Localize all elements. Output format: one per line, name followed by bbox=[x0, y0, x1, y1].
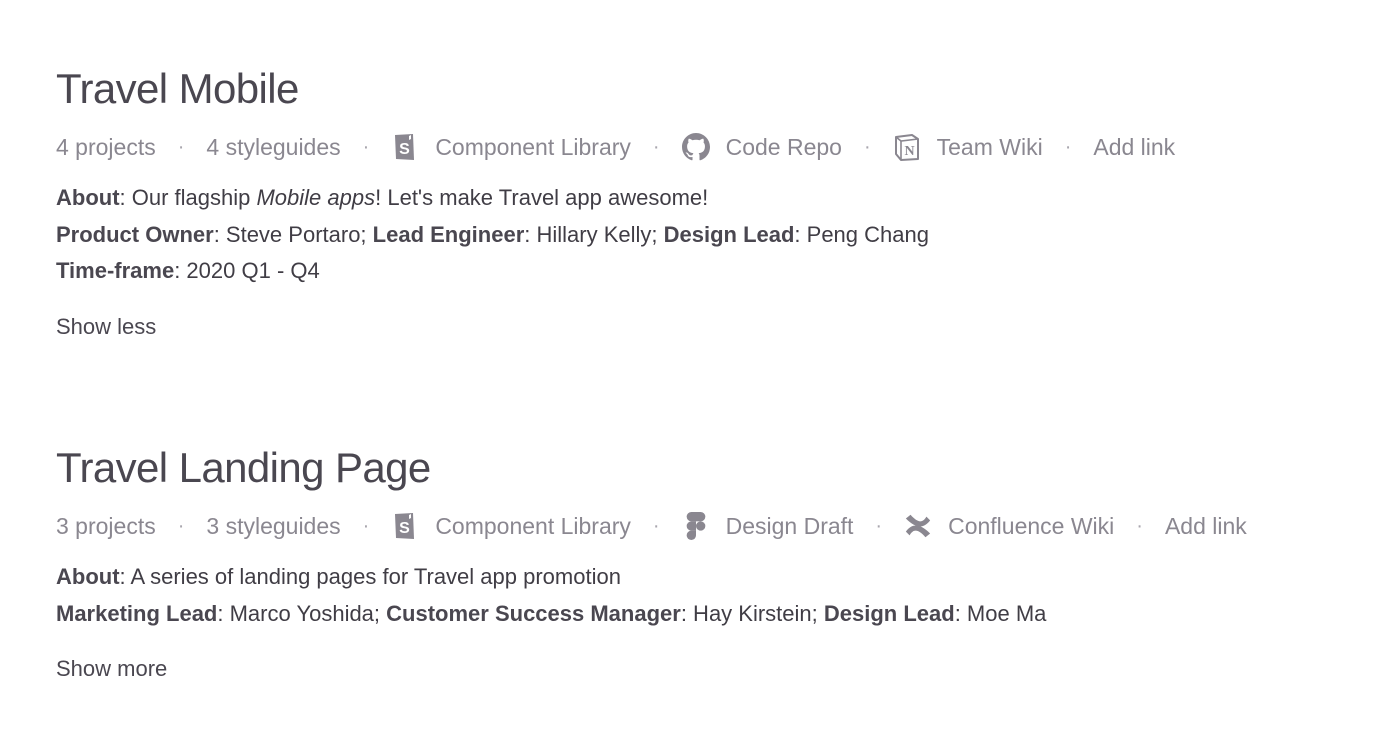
workspace-title: Travel Mobile bbox=[56, 65, 299, 112]
role-label: Product Owner bbox=[56, 221, 214, 247]
add-link-button[interactable]: Add link bbox=[1165, 513, 1247, 540]
styleguides-count[interactable]: 3 styleguides bbox=[206, 513, 340, 540]
roles-row: Product Owner: Steve Portaro; Lead Engin… bbox=[56, 217, 1175, 254]
separator-dot: · bbox=[362, 135, 370, 158]
about-label: About bbox=[56, 564, 120, 589]
separator-dot: · bbox=[1064, 135, 1072, 158]
about-row: About: Our flagship Mobile apps! Let's m… bbox=[56, 180, 1175, 217]
separator-dot: · bbox=[875, 514, 883, 537]
workspace-travel-mobile: Travel Mobile 4 projects · 4 styleguides… bbox=[56, 62, 1175, 340]
separator-dot: · bbox=[177, 514, 185, 537]
link-component-library[interactable]: S Component Library bbox=[391, 133, 631, 161]
about-text: ! Let's make Travel app awesome! bbox=[375, 185, 709, 210]
link-confluence-wiki[interactable]: Confluence Wiki bbox=[904, 512, 1114, 540]
link-team-wiki[interactable]: N Team Wiki bbox=[893, 133, 1043, 161]
page: Travel Mobile 4 projects · 4 styleguides… bbox=[0, 0, 1400, 749]
workspace-meta: 4 projects · 4 styleguides · S Component… bbox=[56, 130, 1175, 164]
role-label: Marketing Lead bbox=[56, 600, 218, 626]
role-person: : Marco Yoshida; bbox=[217, 600, 387, 626]
styleguides-count[interactable]: 4 styleguides bbox=[206, 134, 340, 161]
svg-text:N: N bbox=[904, 144, 914, 159]
timeframe-label: Time-frame bbox=[56, 258, 175, 283]
workspace-travel-landing-page: Travel Landing Page 3 projects · 3 style… bbox=[56, 441, 1247, 682]
workspace-meta: 3 projects · 3 styleguides · S Component… bbox=[56, 509, 1247, 543]
separator-dot: · bbox=[177, 135, 185, 158]
link-label: Code Repo bbox=[725, 133, 842, 160]
timeframe-value: : 2020 Q1 - Q4 bbox=[174, 258, 320, 283]
link-label: Confluence Wiki bbox=[948, 512, 1115, 539]
role-label: Design Lead bbox=[663, 221, 795, 247]
role-person: : Steve Portaro; bbox=[213, 221, 373, 247]
link-label: Team Wiki bbox=[936, 133, 1043, 160]
confluence-icon bbox=[904, 512, 932, 540]
github-icon bbox=[681, 133, 710, 161]
role-person: : Hay Kirstein; bbox=[680, 600, 824, 626]
notion-icon: N bbox=[893, 133, 921, 161]
role-person: : Moe Ma bbox=[954, 600, 1047, 626]
show-less-button[interactable]: Show less bbox=[56, 314, 156, 340]
figma-icon bbox=[682, 512, 710, 540]
role-label: Design Lead bbox=[823, 600, 955, 626]
link-label: Component Library bbox=[435, 512, 631, 539]
link-component-library[interactable]: S Component Library bbox=[391, 512, 631, 540]
timeframe-row: Time-frame: 2020 Q1 - Q4 bbox=[56, 253, 1175, 290]
separator-dot: · bbox=[652, 135, 660, 158]
workspace-title: Travel Landing Page bbox=[56, 444, 431, 491]
workspace-details: About: Our flagship Mobile apps! Let's m… bbox=[56, 180, 1175, 290]
add-link-button[interactable]: Add link bbox=[1093, 134, 1175, 161]
separator-dot: · bbox=[863, 135, 871, 158]
role-person: : Peng Chang bbox=[794, 221, 929, 247]
about-text: : A series of landing pages for Travel a… bbox=[119, 564, 621, 589]
separator-dot: · bbox=[362, 514, 370, 537]
projects-count[interactable]: 3 projects bbox=[56, 513, 156, 540]
about-row: About: A series of landing pages for Tra… bbox=[56, 559, 1247, 596]
role-label: Lead Engineer bbox=[372, 221, 525, 247]
storybook-icon: S bbox=[391, 133, 419, 161]
link-design-draft[interactable]: Design Draft bbox=[682, 512, 854, 540]
workspace-details: About: A series of landing pages for Tra… bbox=[56, 559, 1247, 632]
separator-dot: · bbox=[652, 514, 660, 537]
about-emphasis: Mobile apps bbox=[256, 185, 376, 210]
role-person: : Hillary Kelly; bbox=[524, 221, 664, 247]
link-label: Design Draft bbox=[725, 512, 854, 539]
storybook-icon: S bbox=[391, 512, 419, 540]
link-code-repo[interactable]: Code Repo bbox=[681, 133, 842, 161]
show-more-button[interactable]: Show more bbox=[56, 656, 167, 682]
role-label: Customer Success Manager bbox=[386, 600, 681, 626]
link-label: Component Library bbox=[435, 133, 631, 160]
roles-row: Marketing Lead: Marco Yoshida; Customer … bbox=[56, 596, 1247, 633]
projects-count[interactable]: 4 projects bbox=[56, 134, 156, 161]
svg-text:S: S bbox=[399, 141, 410, 158]
separator-dot: · bbox=[1136, 514, 1143, 537]
about-text: : Our flagship bbox=[119, 185, 257, 210]
about-label: About bbox=[56, 185, 120, 210]
svg-text:S: S bbox=[399, 520, 410, 537]
